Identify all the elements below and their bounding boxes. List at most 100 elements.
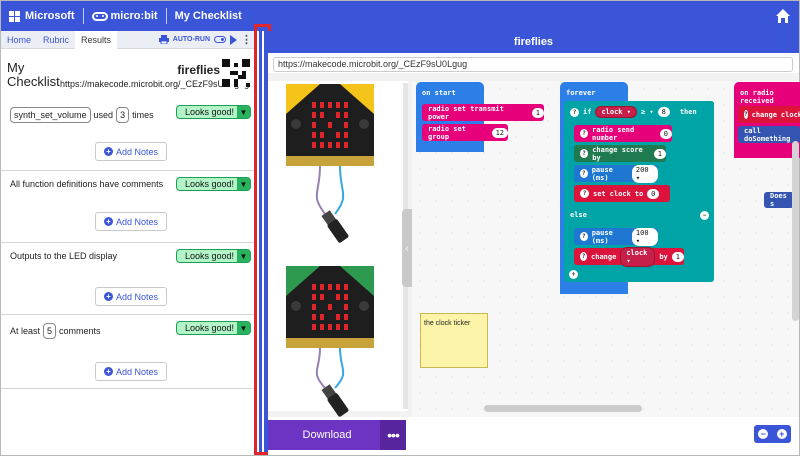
- change-variable-block[interactable]: ? change clock: [738, 106, 800, 123]
- editor-title: fireflies: [268, 31, 799, 53]
- add-notes-button[interactable]: + Add Notes: [95, 212, 167, 231]
- zoom-controls: − +: [754, 425, 791, 443]
- count-field[interactable]: 3: [116, 107, 130, 123]
- play-icon[interactable]: [230, 34, 237, 45]
- add-notes-label: Add Notes: [115, 216, 159, 227]
- tab-results[interactable]: Results: [75, 30, 118, 49]
- value-slot[interactable]: 8: [657, 107, 670, 117]
- radio-transmit-block[interactable]: radio set transmit power 1: [422, 104, 544, 121]
- var-label[interactable]: clock: [781, 111, 800, 119]
- blocks-workspace[interactable]: on start radio set transmit power 1 radi…: [412, 81, 800, 417]
- download-more-button[interactable]: •••: [380, 420, 406, 450]
- microbit-icon: [91, 11, 108, 21]
- radio-send-block[interactable]: ? radio send number 0: [574, 125, 672, 142]
- home-icon[interactable]: [775, 8, 791, 24]
- block-label: to: [634, 189, 644, 198]
- tab-home[interactable]: Home: [1, 31, 37, 49]
- value-slot[interactable]: 0: [647, 188, 660, 199]
- bottom-toolbar: Download ••• − +: [268, 417, 799, 455]
- add-notes-button[interactable]: + Add Notes: [95, 287, 167, 306]
- more-vertical-icon[interactable]: ⋮: [241, 34, 252, 45]
- minus-circle-icon[interactable]: −: [700, 210, 709, 220]
- var-label[interactable]: clock: [610, 190, 631, 198]
- plus-icon: +: [103, 292, 113, 301]
- makecode-editor: fireflies https://makecode.microbit.org/…: [268, 31, 800, 455]
- zoom-out-icon[interactable]: −: [758, 429, 769, 439]
- value-slot[interactable]: 100 ▾: [631, 227, 658, 246]
- microbit-simulator[interactable]: [280, 266, 380, 421]
- tab-rubric[interactable]: Rubric: [37, 31, 75, 49]
- else-label-row: else −: [564, 206, 714, 224]
- chevron-down-icon: ▼: [237, 250, 250, 262]
- pause-block[interactable]: ? pause (ms) 200 ▾: [574, 164, 658, 183]
- checklist-rule: All function definitions have comments L…: [1, 171, 256, 243]
- add-notes-button[interactable]: + Add Notes: [95, 362, 167, 381]
- collapse-simulator-button[interactable]: ‹: [402, 209, 412, 287]
- status-label: Looks good!: [185, 179, 235, 189]
- rule-word: comments: [59, 326, 101, 336]
- call-function-block[interactable]: call doSomething: [738, 126, 800, 143]
- block-label: pause (ms): [591, 228, 613, 245]
- add-notes-button[interactable]: + Add Notes: [95, 142, 167, 161]
- rule-word: times: [132, 110, 154, 120]
- if-header[interactable]: ? if clock ▾ ≥ ▾ 8 then: [564, 101, 714, 123]
- value-slot[interactable]: 1: [531, 107, 544, 118]
- microbit-simulator[interactable]: [280, 84, 380, 244]
- value-slot[interactable]: 12: [491, 127, 508, 138]
- chevron-down-icon: ▼: [237, 106, 250, 118]
- plus-icon: +: [103, 367, 113, 376]
- zoom-in-icon[interactable]: +: [776, 429, 787, 439]
- value-label: 200: [635, 165, 649, 174]
- autorun-label: AUTO-RUN: [172, 36, 210, 43]
- checklist-panel: Home Rubric Results AUTO-RUN ⋮ My Checkl…: [1, 30, 256, 455]
- product-name: micro:bit: [110, 10, 158, 22]
- microbit-logo[interactable]: micro:bit: [91, 10, 158, 22]
- sticky-note[interactable]: the clock ticker: [420, 313, 488, 368]
- value-slot[interactable]: 0: [659, 128, 672, 139]
- change-score-block[interactable]: ? change score by 1: [574, 145, 666, 162]
- block-label: call doSomething: [744, 126, 791, 143]
- top-bar: Microsoft micro:bit My Checklist: [1, 1, 799, 31]
- variable-dropdown[interactable]: clock ▾: [595, 106, 637, 118]
- op-label: ≥: [640, 108, 646, 116]
- count-field[interactable]: 5: [43, 323, 57, 339]
- value-slot[interactable]: 200 ▾: [631, 164, 658, 183]
- status-dropdown[interactable]: Looks good! ▼: [176, 249, 251, 263]
- variable-dropdown[interactable]: clock ▾: [620, 246, 656, 267]
- pause-block[interactable]: ? pause (ms) 100 ▾: [574, 227, 658, 246]
- radio-group-block[interactable]: radio set group 12: [422, 124, 508, 141]
- block-label: by: [659, 252, 668, 261]
- value-slot[interactable]: 1: [653, 148, 666, 159]
- plus-circle-icon[interactable]: +: [569, 270, 578, 279]
- block-label: on radio received: [740, 89, 774, 105]
- status-dropdown[interactable]: Looks good! ▼: [176, 321, 251, 335]
- block-label: set: [593, 189, 606, 198]
- project-url-field[interactable]: https://makecode.microbit.org/_CEzF9sU0L…: [273, 57, 793, 72]
- change-variable-block[interactable]: ? change clock ▾ by 1: [574, 246, 684, 267]
- status-dropdown[interactable]: Looks good! ▼: [176, 105, 251, 119]
- set-variable-block[interactable]: ? set clock to 0: [574, 185, 670, 202]
- download-button[interactable]: Download: [268, 420, 386, 450]
- partial-function-block[interactable]: Does s: [764, 192, 794, 208]
- status-dropdown[interactable]: Looks good! ▼: [176, 177, 251, 191]
- value-label: 100: [635, 228, 649, 237]
- checklist-header: My Checklist fireflies https://makecode.…: [1, 49, 256, 99]
- block-label: else: [570, 211, 587, 219]
- rule-text: Outputs to the LED display: [10, 251, 118, 261]
- var-label: clock: [626, 248, 648, 257]
- gear-icon: ?: [744, 110, 748, 119]
- print-icon[interactable]: [158, 35, 169, 44]
- checklist-rule: Outputs to the LED display Looks good! ▼…: [1, 243, 256, 315]
- block-label: radio set group: [428, 124, 466, 141]
- block-label: radio set transmit power: [428, 104, 504, 121]
- block-label: if: [583, 108, 592, 116]
- simulator-panel: [268, 81, 408, 417]
- block-name-pill[interactable]: synth_set_volume: [10, 107, 91, 123]
- value-slot[interactable]: 1: [671, 251, 684, 262]
- workspace-vertical-scrollbar[interactable]: [792, 141, 799, 321]
- gear-icon[interactable]: ?: [570, 107, 579, 117]
- operator-label[interactable]: ≥ ▾: [641, 108, 654, 116]
- divider: [165, 8, 167, 24]
- workspace-horizontal-scrollbar[interactable]: [484, 405, 642, 412]
- autorun-toggle[interactable]: [214, 36, 226, 43]
